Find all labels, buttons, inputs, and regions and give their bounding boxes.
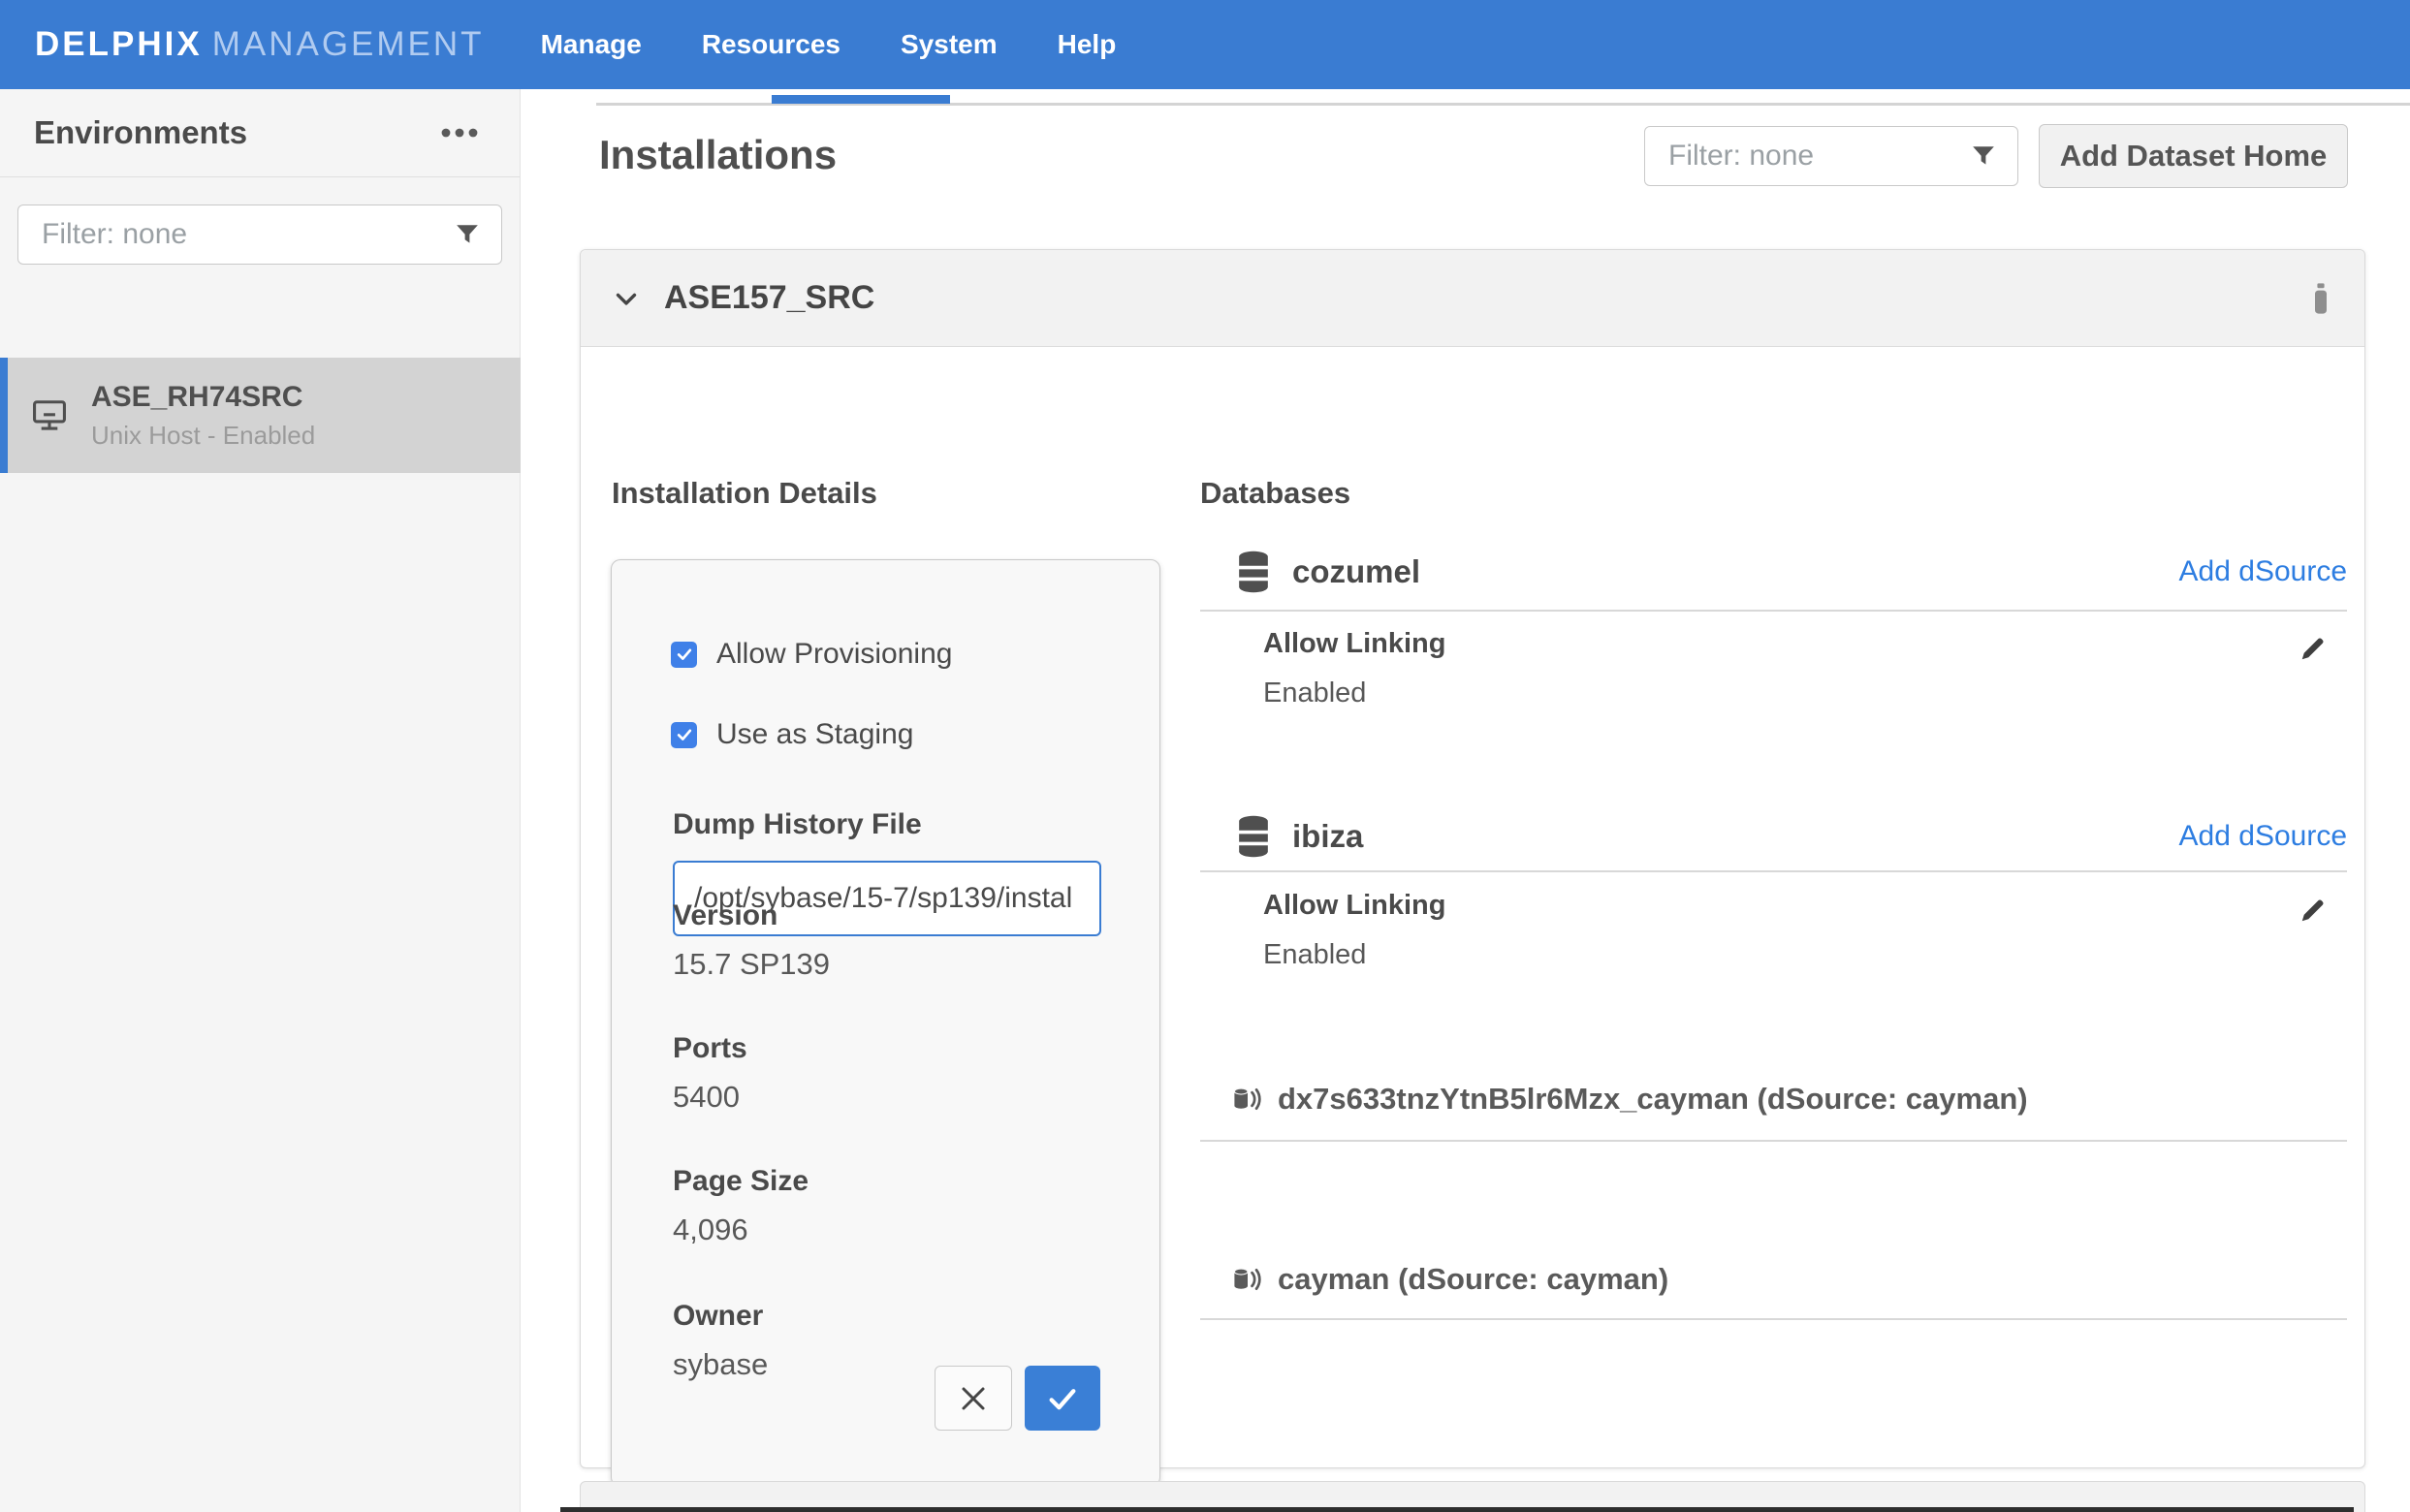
delphix-logo: DELPHIXMANAGEMENT <box>35 25 485 64</box>
add-dataset-home-button[interactable]: Add Dataset Home <box>2039 124 2348 188</box>
edit-pencil-icon[interactable] <box>2299 634 2328 668</box>
dsource-label: cayman (dSource: cayman) <box>1278 1262 1668 1297</box>
database-icon <box>1236 814 1271 859</box>
sidebar-filter-input[interactable] <box>40 217 455 252</box>
bottom-dark-bar <box>560 1507 2354 1512</box>
dsource-label: dx7s633tnzYtnB5lr6Mzx_cayman (dSource: c… <box>1278 1082 2028 1117</box>
brand-secondary: MANAGEMENT <box>212 25 485 63</box>
dsource-row[interactable]: cayman (dSource: cayman) <box>1195 1252 2347 1307</box>
chevron-down-icon[interactable] <box>610 282 643 315</box>
version-field: Version 15.7 SP139 <box>673 899 830 982</box>
allow-provisioning-checkbox-checked[interactable] <box>671 642 697 668</box>
allow-linking-label: Allow Linking <box>1263 890 1446 922</box>
use-as-staging-checkbox-checked[interactable] <box>671 722 697 748</box>
owner-label: Owner <box>673 1300 768 1333</box>
sidebar-title: Environments <box>34 114 247 151</box>
installation-details-panel: Allow Provisioning Use as Staging Dump H… <box>611 559 1160 1487</box>
allow-provisioning-row[interactable]: Allow Provisioning <box>671 638 952 671</box>
installation-details-heading: Installation Details <box>612 476 877 511</box>
dsource-row[interactable]: dx7s633tnzYtnB5lr6Mzx_cayman (dSource: c… <box>1195 1072 2347 1126</box>
version-value: 15.7 SP139 <box>673 947 830 982</box>
page-size-value: 4,096 <box>673 1213 809 1247</box>
use-as-staging-label: Use as Staging <box>716 718 913 751</box>
page-size-label: Page Size <box>673 1165 809 1198</box>
allow-linking-label: Allow Linking <box>1263 628 1446 660</box>
environments-sidebar: Environments ASE_RH74SRC Uni <box>0 89 521 1512</box>
use-as-staging-row[interactable]: Use as Staging <box>671 718 913 751</box>
installation-name: ASE157_SRC <box>664 279 874 317</box>
host-monitor-icon <box>31 397 68 434</box>
nav-item-help[interactable]: Help <box>1058 29 1117 60</box>
page-title: Installations <box>599 132 837 178</box>
sidebar-filter[interactable] <box>17 205 502 265</box>
sidebar-item-environment[interactable]: ASE_RH74SRC Unix Host - Enabled <box>0 358 521 473</box>
nav-menu: Manage Resources System Help <box>541 29 1117 60</box>
databases-column: Databases cozumel Add dSource <box>1200 347 2347 1468</box>
row-divider <box>1200 1140 2347 1142</box>
installations-filter[interactable] <box>1644 126 2018 186</box>
ports-field: Ports 5400 <box>673 1032 747 1115</box>
sidebar-header: Environments <box>0 89 520 177</box>
active-tab-indicator <box>772 95 950 104</box>
add-dsource-link[interactable]: Add dSource <box>2179 820 2347 853</box>
installation-card-body: Installation Details Allow Provisioning … <box>581 347 2364 1468</box>
databases-heading: Databases <box>1200 476 1350 511</box>
database-name: ibiza <box>1292 818 1363 855</box>
allow-linking-value: Enabled <box>1263 677 1446 709</box>
environment-text: ASE_RH74SRC Unix Host - Enabled <box>91 381 315 451</box>
nav-item-resources[interactable]: Resources <box>702 29 840 60</box>
dsource-db-icon <box>1231 1083 1264 1116</box>
installation-card-header[interactable]: ASE157_SRC <box>581 250 2364 347</box>
ports-label: Ports <box>673 1032 747 1065</box>
database-name: cozumel <box>1292 553 1420 590</box>
filter-funnel-icon[interactable] <box>1971 143 1996 169</box>
database-row-cozumel[interactable]: cozumel Add dSource <box>1200 541 2347 603</box>
environment-name: ASE_RH74SRC <box>91 381 315 414</box>
database-row-ibiza[interactable]: ibiza Add dSource <box>1200 805 2347 867</box>
confirm-button[interactable] <box>1025 1366 1100 1431</box>
edit-pencil-icon[interactable] <box>2299 896 2328 929</box>
installation-card: ASE157_SRC Installation Details Allow Pr… <box>580 249 2365 1468</box>
allow-linking-block: Allow Linking Enabled <box>1263 628 1446 709</box>
installations-filter-input[interactable] <box>1666 139 1971 173</box>
dump-history-file-label: Dump History File <box>673 808 922 841</box>
add-dsource-link[interactable]: Add dSource <box>2179 555 2347 588</box>
environment-status: Unix Host - Enabled <box>91 421 315 451</box>
page-size-field: Page Size 4,096 <box>673 1165 809 1247</box>
row-divider <box>1200 1318 2347 1320</box>
ports-value: 5400 <box>673 1080 747 1115</box>
app-root: DELPHIXMANAGEMENT Manage Resources Syste… <box>0 0 2410 1512</box>
cancel-button[interactable] <box>935 1366 1012 1431</box>
allow-linking-value: Enabled <box>1263 939 1446 971</box>
row-divider <box>1200 870 2347 872</box>
brand-primary: DELPHIX <box>35 25 203 63</box>
dsource-db-icon <box>1231 1263 1264 1296</box>
database-icon <box>1236 550 1271 594</box>
allow-provisioning-label: Allow Provisioning <box>716 638 952 671</box>
owner-value: sybase <box>673 1347 768 1382</box>
nav-item-system[interactable]: System <box>901 29 998 60</box>
filter-funnel-icon[interactable] <box>455 222 480 247</box>
row-divider <box>1200 610 2347 612</box>
more-options-icon[interactable] <box>440 127 479 139</box>
allow-linking-block: Allow Linking Enabled <box>1263 890 1446 971</box>
owner-field: Owner sybase <box>673 1300 768 1382</box>
delete-installation-button[interactable] <box>2306 281 2335 316</box>
version-label: Version <box>673 899 830 932</box>
nav-item-manage[interactable]: Manage <box>541 29 642 60</box>
top-nav: DELPHIXMANAGEMENT Manage Resources Syste… <box>0 0 2410 89</box>
